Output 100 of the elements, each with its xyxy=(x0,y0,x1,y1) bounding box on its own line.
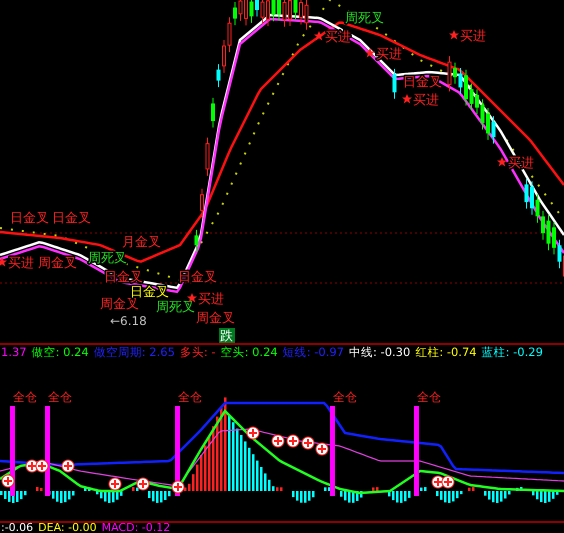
signal-label: 周金叉 xyxy=(196,311,235,326)
histogram-bar xyxy=(344,491,346,500)
histogram-bar xyxy=(468,488,470,491)
candlestick xyxy=(294,0,298,20)
histogram-bar xyxy=(104,491,106,502)
histogram-bar xyxy=(376,487,378,491)
histogram-bar xyxy=(404,491,406,502)
histogram-bar xyxy=(276,487,278,491)
histogram-bar xyxy=(556,491,558,495)
histogram-bar xyxy=(444,491,446,502)
candlestick xyxy=(558,239,562,269)
histogram-bar xyxy=(240,435,242,491)
candlestick xyxy=(392,68,396,100)
indicator-value: :-0.06 xyxy=(1,523,34,533)
histogram-bar xyxy=(60,491,62,503)
histogram-bar xyxy=(168,491,170,496)
histogram-bar xyxy=(116,491,118,500)
histogram-bar xyxy=(204,445,206,491)
signal-label: 买进 xyxy=(198,292,224,307)
histogram-bar xyxy=(188,484,190,491)
candlestick xyxy=(453,62,457,84)
histogram-bar xyxy=(304,491,306,503)
plus-circle-icon xyxy=(2,474,14,488)
histogram-bar xyxy=(20,491,22,500)
histogram-bar xyxy=(300,491,302,503)
candlestick xyxy=(255,0,259,18)
plus-circle-icon xyxy=(246,426,260,440)
histogram-bar xyxy=(488,491,490,500)
histogram-bar xyxy=(312,491,314,498)
candlestick xyxy=(475,88,479,115)
histogram-bar xyxy=(160,491,162,502)
histogram-bar xyxy=(108,491,110,503)
plus-circle-icon xyxy=(272,434,284,448)
plus-circle-icon xyxy=(136,478,150,490)
histogram-bar xyxy=(4,491,6,499)
signal-label: 日金叉 xyxy=(10,211,49,226)
indicator-value: 做空周期: 2.65 xyxy=(94,345,175,361)
candlestick xyxy=(216,64,220,88)
signal-label: 买进 xyxy=(376,47,402,62)
plus-circle-icon xyxy=(36,460,48,472)
histogram-bar xyxy=(484,491,486,496)
indicator-value: 空头: 0.24 xyxy=(220,345,278,361)
candlestick xyxy=(464,69,468,106)
histogram-bar xyxy=(184,488,186,491)
star-icon xyxy=(402,94,412,104)
histogram-bar xyxy=(460,491,462,494)
histogram-bar xyxy=(400,491,402,503)
histogram-bar xyxy=(100,491,102,498)
histogram-bar xyxy=(472,487,474,491)
candlestick xyxy=(524,178,528,210)
histogram-bar xyxy=(540,491,542,502)
histogram-bar xyxy=(152,491,154,502)
histogram-bar xyxy=(508,491,510,494)
histogram-bar xyxy=(264,473,266,491)
star-icon xyxy=(497,157,507,166)
histogram-bar xyxy=(452,491,454,502)
histogram-bar xyxy=(280,487,282,491)
plus-circle-icon xyxy=(316,442,328,456)
histogram-bar xyxy=(308,491,310,501)
full-position-label: 全仓 xyxy=(333,390,357,404)
star-icon xyxy=(365,48,375,58)
histogram-bar xyxy=(112,491,114,502)
histogram-bar xyxy=(504,491,506,498)
histogram-bar xyxy=(544,491,546,503)
indicator-value: 1.37 xyxy=(1,345,27,361)
histogram-bar xyxy=(424,487,426,491)
histogram-bar xyxy=(516,488,518,491)
histogram-bar xyxy=(156,491,158,503)
plus-circle-icon xyxy=(286,434,300,448)
star-icon xyxy=(314,31,324,40)
histogram-bar xyxy=(208,436,210,491)
plus-circle-icon xyxy=(62,460,74,472)
histogram-bar xyxy=(248,448,250,491)
candlestick xyxy=(200,188,204,218)
histogram-bar xyxy=(56,491,58,502)
histogram-bar xyxy=(252,454,254,491)
histogram-bar xyxy=(120,491,122,496)
histogram-bar xyxy=(456,491,458,498)
histogram-bar xyxy=(192,474,194,491)
full-position-label: 全仓 xyxy=(48,390,72,404)
histogram-bar xyxy=(40,488,42,491)
indicator-value: 短线: -0.97 xyxy=(282,345,344,361)
histogram-bar xyxy=(0,491,2,495)
indicator-value: 红柱: -0.74 xyxy=(415,345,477,361)
histogram-bar xyxy=(392,491,394,500)
histogram-bar xyxy=(24,491,26,496)
histogram-bar xyxy=(16,491,18,502)
histogram-bar xyxy=(136,488,138,491)
signal-label: 周金叉 xyxy=(100,297,139,312)
signal-label: 买进 xyxy=(8,256,34,271)
plus-circle-icon xyxy=(442,476,454,488)
candlestick xyxy=(194,229,198,252)
histogram-bar xyxy=(520,487,522,491)
full-position-label: 全仓 xyxy=(13,390,37,404)
histogram-bar xyxy=(396,491,398,502)
candlestick xyxy=(250,0,254,24)
histogram-bar xyxy=(68,491,70,500)
plus-circle-icon xyxy=(172,480,184,494)
histogram-bar xyxy=(196,464,198,491)
candlestick xyxy=(546,214,550,251)
